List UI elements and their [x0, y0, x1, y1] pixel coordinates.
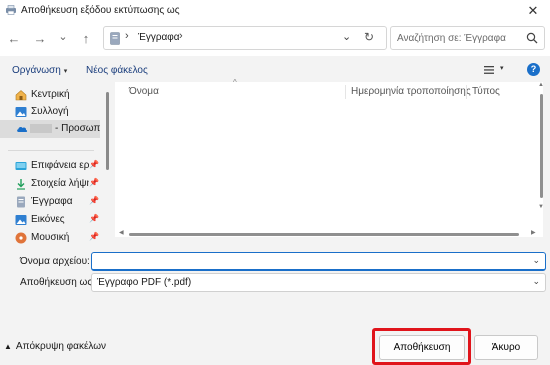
address-history-dropdown[interactable]: ⌄ [342, 30, 351, 43]
hide-folders-button[interactable]: ▲ Απόκρυψη φακέλων [4, 341, 106, 352]
save-as-type-select[interactable]: Έγγραφο PDF (*.pdf) ⌄ [91, 273, 546, 292]
sidebar-item-onedrive[interactable]: - Προσωπικό [0, 120, 100, 138]
save-button[interactable]: Αποθήκευση [379, 335, 465, 360]
view-options-caret-icon[interactable]: ▾ [500, 64, 504, 72]
caret-down-icon: ▾ [63, 68, 68, 75]
column-separator[interactable] [466, 85, 467, 99]
sidebar-item-label: Εικόνες [31, 214, 65, 225]
redacted-account-name [30, 123, 52, 133]
scroll-up-icon[interactable]: ▲ [538, 82, 544, 88]
chevron-down-icon[interactable]: ⌄ [532, 276, 540, 287]
scrollbar-thumb[interactable] [129, 233, 519, 236]
cancel-button[interactable]: Άκυρο [474, 335, 538, 360]
column-header-name[interactable]: Όνομα [129, 86, 159, 97]
filename-field[interactable]: ⌄ [91, 252, 546, 271]
save-as-type-label: Αποθήκευση ως: [20, 277, 95, 288]
printer-app-icon [6, 5, 16, 15]
hide-folders-label: Απόκρυψη φακέλων [15, 341, 107, 352]
scroll-right-icon[interactable]: ▶ [531, 229, 536, 236]
chevron-up-icon: ▲ [4, 342, 12, 351]
sidebar-item-label: Συλλογή [31, 106, 69, 117]
refresh-button[interactable]: ↻ [364, 30, 374, 44]
pictures-icon [15, 215, 27, 225]
up-folder-button[interactable]: ↑ [77, 30, 95, 48]
sidebar-item-gallery[interactable]: Συλλογή [0, 103, 100, 121]
gallery-icon [15, 107, 27, 117]
sidebar-item-documents[interactable]: Έγγραφα 📌 [0, 193, 100, 211]
organize-menu[interactable]: Οργάνωση ▾ [12, 65, 67, 76]
sidebar-divider [8, 150, 94, 151]
downloads-icon [17, 179, 25, 190]
sidebar-item-label: Μουσική [31, 232, 70, 243]
file-list-horizontal-scrollbar[interactable]: ◀ ▶ [119, 229, 537, 237]
sidebar-item-label: - Προσωπικό [30, 123, 100, 134]
forward-button[interactable]: → [31, 30, 49, 48]
window-title: Αποθήκευση εξόδου εκτύπωσης ως [21, 5, 180, 16]
close-window-button[interactable]: ✕ [516, 0, 550, 22]
column-header-type[interactable]: Τύπος [472, 86, 500, 97]
pin-icon: 📌 [89, 196, 99, 205]
column-header-modified[interactable]: Ημερομηνία τροποποίησης [351, 86, 471, 97]
search-input[interactable] [397, 31, 515, 45]
search-icon [526, 32, 538, 44]
scroll-down-icon[interactable]: ▼ [538, 204, 544, 210]
onedrive-icon [17, 127, 28, 132]
pin-icon: 📌 [89, 232, 99, 241]
filename-dropdown-icon[interactable]: ⌄ [532, 255, 540, 266]
breadcrumb-separator: › [125, 30, 129, 42]
view-options-icon[interactable] [483, 64, 495, 76]
documents-icon [17, 196, 25, 208]
breadcrumb-separator[interactable]: › [179, 30, 183, 42]
scroll-left-icon[interactable]: ◀ [119, 229, 124, 236]
sidebar-item-pictures[interactable]: Εικόνες 📌 [0, 211, 100, 229]
address-bar[interactable]: › Έγγραφα › ⌄ [103, 26, 387, 50]
sidebar-item-downloads[interactable]: Στοιχεία λήψη 📌 [0, 175, 100, 193]
sidebar-item-label: Έγγραφα [31, 196, 73, 207]
sidebar-item-label: Στοιχεία λήψη [31, 178, 89, 189]
sidebar-item-desktop[interactable]: Επιφάνεια εργ 📌 [0, 157, 100, 175]
music-icon [15, 232, 27, 244]
recent-locations-button[interactable]: ⌄ [54, 28, 72, 46]
sidebar-item-label: Κεντρική [31, 89, 70, 100]
file-list-vertical-scrollbar[interactable]: ▲ ▼ [538, 82, 544, 212]
sidebar-item-label: Επιφάνεια εργ [31, 160, 89, 171]
desktop-icon [15, 162, 27, 170]
save-as-type-value: Έγγραφο PDF (*.pdf) [97, 277, 192, 288]
pin-icon: 📌 [89, 214, 99, 223]
navigation-pane: Κεντρική Συλλογή - Προσωπικό Επιφάνεια ε… [0, 82, 102, 246]
documents-folder-icon [110, 32, 120, 45]
home-icon [15, 90, 27, 101]
search-box[interactable] [390, 26, 545, 50]
breadcrumb-documents[interactable]: Έγγραφα [138, 32, 180, 43]
filename-label: Όνομα αρχείου: [20, 256, 90, 267]
back-button[interactable]: ← [5, 30, 23, 48]
title-bar: Αποθήκευση εξόδου εκτύπωσης ως ✕ [0, 0, 550, 22]
scrollbar-thumb[interactable] [540, 94, 543, 198]
pin-icon: 📌 [89, 178, 99, 187]
new-folder-button[interactable]: Νέος φάκελος [86, 65, 148, 76]
help-icon[interactable]: ? [527, 63, 540, 76]
column-separator[interactable] [345, 85, 346, 99]
sidebar-item-home[interactable]: Κεντρική [0, 86, 100, 104]
sidebar-scrollbar[interactable] [106, 92, 109, 170]
sort-indicator-icon: ^ [233, 78, 237, 87]
filename-input[interactable] [96, 255, 526, 268]
file-list[interactable]: ^ Όνομα Ημερομηνία τροποποίησης Τύπος [115, 78, 543, 237]
pin-icon: 📌 [89, 160, 99, 169]
command-bar: Οργάνωση ▾ Νέος φάκελος ▾ ? [0, 58, 550, 82]
sidebar-item-music[interactable]: Μουσική 📌 [0, 229, 100, 246]
organize-label: Οργάνωση [12, 65, 61, 76]
